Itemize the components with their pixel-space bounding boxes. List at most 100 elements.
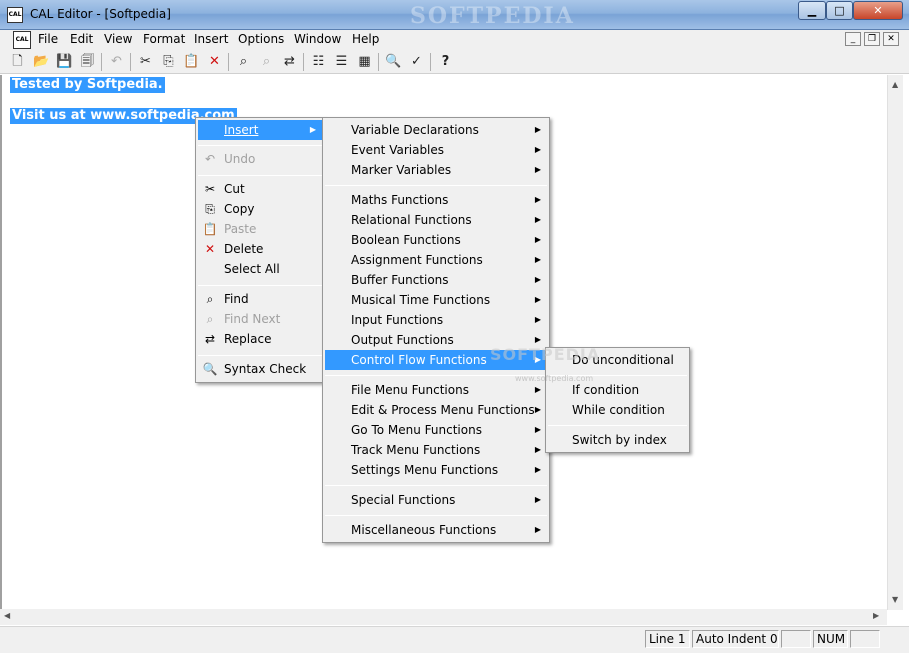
- menu-separator: [325, 515, 547, 516]
- insert-item[interactable]: Track Menu Functions ▶: [325, 440, 547, 460]
- context-item-paste[interactable]: 📋 Paste: [198, 219, 322, 239]
- close-button[interactable]: ✕: [853, 1, 903, 20]
- context-item-find[interactable]: ⌕ Find: [198, 289, 322, 309]
- insert-item[interactable]: Go To Menu Functions ▶: [325, 420, 547, 440]
- mdi-restore-button[interactable]: ❐: [864, 32, 880, 46]
- menu-view[interactable]: View: [104, 32, 132, 46]
- toolbar-separator: [228, 53, 229, 71]
- save-all-icon[interactable]: 🗐: [79, 53, 96, 70]
- mdi-minimize-button[interactable]: _: [845, 32, 861, 46]
- insert-item[interactable]: File Menu Functions ▶: [325, 380, 547, 400]
- magnifier-icon[interactable]: 🔍: [385, 53, 402, 70]
- minimize-button[interactable]: ▁: [798, 1, 826, 20]
- insert-item[interactable]: Relational Functions ▶: [325, 210, 547, 230]
- control-flow-item[interactable]: If condition: [548, 380, 687, 400]
- status-indent: Auto Indent 0: [692, 630, 779, 648]
- insert-item[interactable]: Boolean Functions ▶: [325, 230, 547, 250]
- submenu-arrow-icon: ▶: [534, 235, 541, 244]
- insert-item[interactable]: Musical Time Functions ▶: [325, 290, 547, 310]
- submenu-arrow-icon: ▶: [534, 495, 541, 504]
- replace-icon[interactable]: ⇄: [281, 53, 298, 70]
- submenu-arrow-icon: ▶: [534, 275, 541, 284]
- control-flow-item[interactable]: While condition: [548, 400, 687, 420]
- context-item-find-next[interactable]: ⌕ Find Next: [198, 309, 322, 329]
- scroll-down-icon[interactable]: ▼: [892, 595, 898, 604]
- help-icon[interactable]: ?: [437, 53, 454, 70]
- status-blank: [781, 630, 811, 648]
- menu-separator: [198, 175, 322, 176]
- mdi-close-button[interactable]: ✕: [883, 32, 899, 46]
- copy-icon[interactable]: ⎘: [160, 53, 177, 70]
- insert-item[interactable]: Variable Declarations ▶: [325, 120, 547, 140]
- submenu-arrow-icon: ▶: [534, 255, 541, 264]
- context-item-select-all[interactable]: Select All: [198, 259, 322, 279]
- open-icon[interactable]: 📂: [33, 53, 50, 70]
- title-bar[interactable]: CAL CAL Editor - [Softpedia] SOFTPEDIA ▁…: [0, 0, 909, 30]
- find-next-icon[interactable]: ⌕: [258, 53, 275, 70]
- submenu-arrow-icon: ▶: [309, 125, 316, 134]
- context-item-insert[interactable]: Insert ▶: [198, 120, 322, 140]
- insert-item[interactable]: Input Functions ▶: [325, 310, 547, 330]
- cut-icon[interactable]: ✂: [137, 53, 154, 70]
- scroll-up-icon[interactable]: ▲: [892, 80, 898, 89]
- overlay-watermark-url: www.softpedia.com: [515, 374, 594, 383]
- insert-item[interactable]: Maths Functions ▶: [325, 190, 547, 210]
- menu-insert[interactable]: Insert: [194, 32, 228, 46]
- submenu-arrow-icon: ▶: [534, 125, 541, 134]
- indent-icon[interactable]: ☷: [310, 53, 327, 70]
- toolbar-separator: [303, 53, 304, 71]
- editor-line[interactable]: Tested by Softpedia.: [10, 77, 165, 93]
- submenu-arrow-icon: ▶: [534, 315, 541, 324]
- insert-item[interactable]: Settings Menu Functions ▶: [325, 460, 547, 480]
- submenu-arrow-icon: ▶: [534, 145, 541, 154]
- find-icon[interactable]: ⌕: [235, 53, 252, 70]
- menu-window[interactable]: Window: [294, 32, 341, 46]
- context-item-cut[interactable]: ✂ Cut: [198, 179, 322, 199]
- context-item-replace[interactable]: ⇄ Replace: [198, 329, 322, 349]
- syntax-check-icon[interactable]: ✓: [408, 53, 425, 70]
- document-icon[interactable]: CAL: [13, 31, 31, 49]
- menu-separator: [325, 375, 547, 376]
- maximize-button[interactable]: □: [826, 1, 853, 20]
- menu-file[interactable]: File: [38, 32, 58, 46]
- context-item-copy[interactable]: ⎘ Copy: [198, 199, 322, 219]
- status-extra: [850, 630, 880, 648]
- menu-help[interactable]: Help: [352, 32, 379, 46]
- insert-item[interactable]: Marker Variables ▶: [325, 160, 547, 180]
- menu-separator: [548, 425, 687, 426]
- insert-item[interactable]: Buffer Functions ▶: [325, 270, 547, 290]
- menu-edit[interactable]: Edit: [70, 32, 93, 46]
- menu-separator: [325, 485, 547, 486]
- copy-icon: ⎘: [205, 202, 215, 216]
- toolbar-separator: [430, 53, 431, 71]
- comment-icon[interactable]: ▦: [356, 53, 373, 70]
- context-menu: Insert ▶ ↶ Undo ✂ Cut ⎘ Copy 📋 Paste ✕ D…: [195, 117, 325, 383]
- new-icon[interactable]: 🗋: [9, 53, 26, 70]
- menu-separator: [325, 185, 547, 186]
- menu-separator: [198, 355, 322, 356]
- insert-item[interactable]: Special Functions ▶: [325, 490, 547, 510]
- submenu-arrow-icon: ▶: [534, 465, 541, 474]
- insert-item[interactable]: Miscellaneous Functions ▶: [325, 520, 547, 540]
- insert-item[interactable]: Event Variables ▶: [325, 140, 547, 160]
- context-item-undo[interactable]: ↶ Undo: [198, 149, 322, 169]
- paste-icon[interactable]: 📋: [183, 53, 200, 70]
- outdent-icon[interactable]: ☰: [333, 53, 350, 70]
- horizontal-scrollbar[interactable]: ◀ ▶: [0, 609, 887, 625]
- status-num: NUM: [813, 630, 848, 648]
- control-flow-item[interactable]: Switch by index: [548, 430, 687, 450]
- menu-format[interactable]: Format: [143, 32, 185, 46]
- save-icon[interactable]: 💾: [56, 53, 73, 70]
- submenu-arrow-icon: ▶: [534, 405, 541, 414]
- scroll-right-icon[interactable]: ▶: [873, 611, 879, 620]
- context-item-delete[interactable]: ✕ Delete: [198, 239, 322, 259]
- undo-icon[interactable]: ↶: [108, 53, 125, 70]
- context-item-syntax-check[interactable]: 🔍 Syntax Check: [198, 359, 322, 379]
- delete-icon: ✕: [204, 242, 216, 256]
- insert-item[interactable]: Edit & Process Menu Functions ▶: [325, 400, 547, 420]
- menu-options[interactable]: Options: [238, 32, 284, 46]
- delete-icon[interactable]: ✕: [206, 53, 223, 70]
- insert-item[interactable]: Assignment Functions ▶: [325, 250, 547, 270]
- scroll-left-icon[interactable]: ◀: [4, 611, 10, 620]
- vertical-scrollbar[interactable]: ▲ ▼: [887, 75, 903, 610]
